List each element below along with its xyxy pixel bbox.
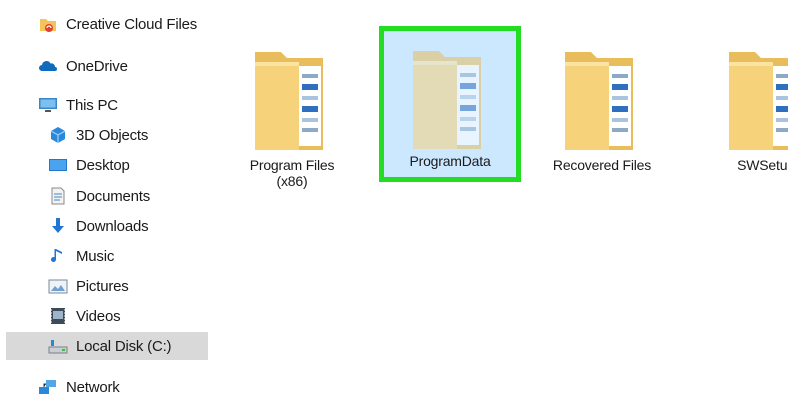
nav-item-label: Creative Cloud Files (66, 15, 198, 33)
folder-label-line2: (x86) (276, 173, 308, 189)
nav-item-documents[interactable]: Documents (48, 182, 208, 210)
nav-item-label: Documents (76, 187, 151, 205)
nav-item-3d-objects[interactable]: 3D Objects (48, 121, 208, 149)
this-pc-monitor-icon (38, 95, 58, 115)
folder-label-line1: ProgramData (409, 153, 491, 169)
folder-icon (549, 40, 649, 152)
folder-label: Program Files (x86) (225, 157, 359, 189)
folder-label: SWSetup (699, 157, 788, 173)
folder-recovered-files[interactable]: Recovered Files (535, 30, 669, 180)
folder-program-files-x86[interactable]: Program Files (x86) (225, 30, 359, 189)
file-list-pane: Program Files (x86) ProgramData Recovere… (215, 0, 788, 399)
music-note-icon (48, 246, 68, 266)
local-disk-icon (48, 336, 68, 356)
nav-item-network[interactable]: Network (38, 373, 208, 401)
nav-item-label: 3D Objects (76, 126, 149, 144)
folder-label: Recovered Files (535, 157, 669, 173)
folder-label-line1: Program Files (249, 157, 335, 173)
documents-icon (48, 186, 68, 206)
nav-item-label: OneDrive (66, 57, 128, 75)
nav-item-label: Pictures (76, 277, 129, 295)
folder-icon (713, 40, 788, 152)
nav-item-label: Desktop (76, 156, 130, 174)
nav-item-downloads[interactable]: Downloads (48, 212, 208, 240)
downloads-arrow-icon (48, 216, 68, 236)
3d-objects-icon (48, 125, 68, 145)
desktop-icon (48, 155, 68, 175)
nav-item-desktop[interactable]: Desktop (48, 151, 208, 179)
navigation-pane: Creative Cloud Files OneDrive This PC 3D… (0, 0, 215, 399)
nav-item-local-disk-c[interactable]: Local Disk (C:) (6, 332, 208, 360)
folder-swsetup[interactable]: SWSetup (699, 30, 788, 180)
nav-item-this-pc[interactable]: This PC (38, 91, 208, 119)
network-icon (38, 377, 58, 397)
creative-cloud-files-icon (38, 14, 58, 34)
nav-item-label: Music (76, 247, 115, 265)
nav-item-creative-cloud-files[interactable]: Creative Cloud Files (38, 10, 208, 38)
nav-item-label: Network (66, 378, 120, 396)
nav-item-pictures[interactable]: Pictures (48, 272, 208, 300)
folder-programdata[interactable]: ProgramData (379, 26, 521, 182)
onedrive-cloud-icon (38, 56, 58, 76)
nav-item-videos[interactable]: Videos (48, 302, 208, 330)
nav-item-label: This PC (66, 96, 118, 114)
nav-item-onedrive[interactable]: OneDrive (38, 52, 208, 80)
nav-item-label: Downloads (76, 217, 149, 235)
nav-item-label: Videos (76, 307, 121, 325)
folder-label-line1: Recovered Files (552, 157, 652, 173)
folder-icon (397, 39, 497, 151)
nav-item-music[interactable]: Music (48, 242, 208, 270)
folder-label-line1: SWSetup (737, 157, 788, 173)
folder-icon (239, 40, 339, 152)
folder-label: ProgramData (384, 153, 516, 169)
nav-item-label: Local Disk (C:) (76, 337, 172, 355)
pictures-icon (48, 276, 68, 296)
videos-icon (48, 306, 68, 326)
